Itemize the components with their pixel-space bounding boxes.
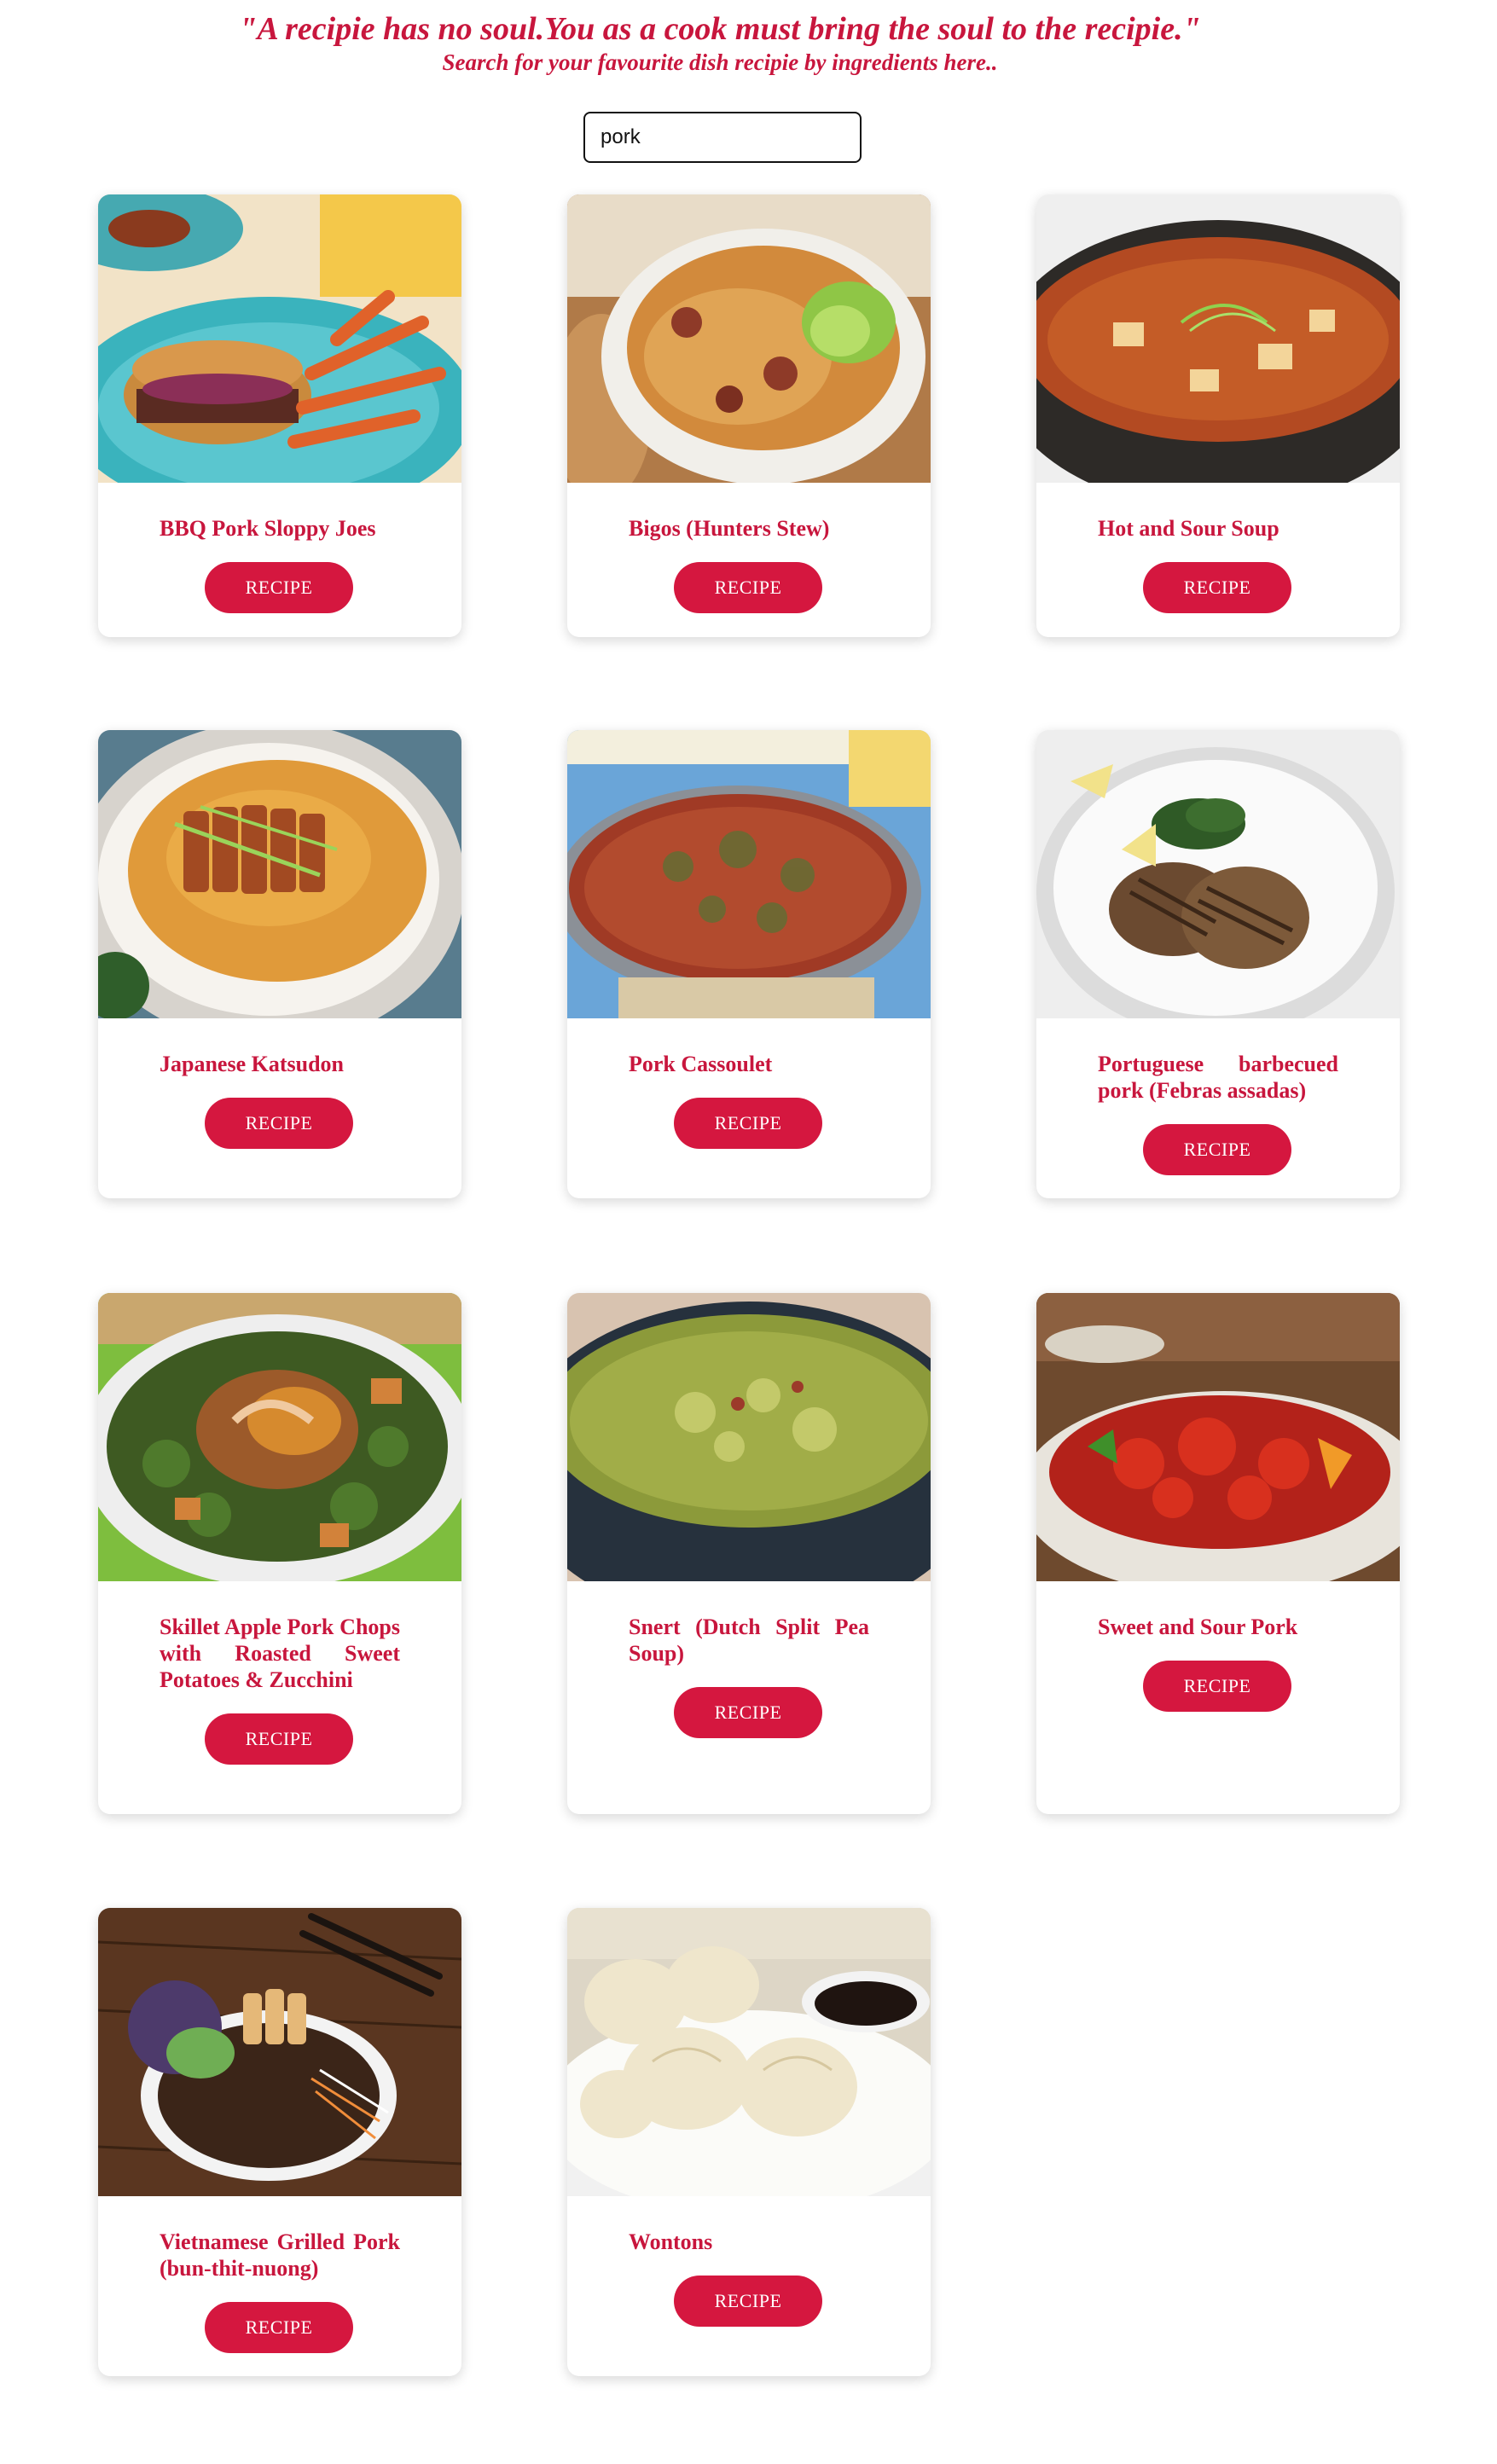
recipe-button[interactable]: RECIPE (205, 562, 353, 613)
recipe-title: Bigos (Hunters Stew) (629, 516, 830, 541)
recipe-card: Snert (Dutch Split Pea Soup) RECIPE (567, 1293, 931, 1814)
recipe-image (1036, 730, 1400, 1018)
recipe-title: Wontons (629, 2229, 713, 2254)
page-subtitle: Search for your favourite dish recipie b… (442, 49, 998, 75)
recipe-button[interactable]: RECIPE (1143, 1661, 1291, 1712)
recipe-image (567, 1293, 931, 1581)
recipe-title: Hot and Sour Soup (1098, 516, 1279, 541)
recipe-image (98, 1908, 461, 2196)
recipe-card: Japanese Katsudon RECIPE (98, 730, 461, 1198)
recipe-image (567, 194, 931, 483)
recipe-button[interactable]: RECIPE (205, 2302, 353, 2353)
recipe-button[interactable]: RECIPE (1143, 562, 1291, 613)
recipe-button[interactable]: RECIPE (205, 1713, 353, 1765)
recipe-title: Portuguese barbecued pork (Febras assada… (1098, 1052, 1338, 1103)
recipe-image (98, 730, 461, 1018)
recipe-card: Skillet Apple Pork Chops with Roasted Sw… (98, 1293, 461, 1814)
recipe-image (98, 194, 461, 483)
recipe-button[interactable]: RECIPE (674, 2276, 822, 2327)
recipe-card: Sweet and Sour Pork RECIPE (1036, 1293, 1400, 1814)
recipe-card: Vietnamese Grilled Pork (bun-thit-nuong)… (98, 1908, 461, 2376)
recipe-title: BBQ Pork Sloppy Joes (160, 516, 376, 541)
recipe-title: Pork Cassoulet (629, 1052, 773, 1076)
recipe-button[interactable]: RECIPE (1143, 1124, 1291, 1175)
recipe-image (98, 1293, 461, 1581)
recipe-title: Japanese Katsudon (160, 1052, 344, 1076)
recipe-button[interactable]: RECIPE (674, 1687, 822, 1738)
recipe-card: Hot and Sour Soup RECIPE (1036, 194, 1400, 637)
recipe-card: BBQ Pork Sloppy Joes RECIPE (98, 194, 461, 637)
recipe-card: Wontons RECIPE (567, 1908, 931, 2376)
recipe-title: Skillet Apple Pork Chops with Roasted Sw… (160, 1615, 400, 1692)
recipe-title: Vietnamese Grilled Pork (bun-thit-nuong) (160, 2229, 400, 2281)
search-bar (583, 112, 862, 163)
recipe-button[interactable]: RECIPE (205, 1098, 353, 1149)
recipe-button[interactable]: RECIPE (674, 562, 822, 613)
page-quote: "A recipie has no soul.You as a cook mus… (239, 11, 1201, 47)
recipe-button[interactable]: RECIPE (674, 1098, 822, 1149)
recipe-image (567, 730, 931, 1018)
recipe-card: Bigos (Hunters Stew) RECIPE (567, 194, 931, 637)
recipe-image (1036, 194, 1400, 483)
recipe-image (567, 1908, 931, 2196)
recipe-card: Pork Cassoulet RECIPE (567, 730, 931, 1198)
recipe-card: Portuguese barbecued pork (Febras assada… (1036, 730, 1400, 1198)
search-input[interactable] (585, 113, 860, 161)
recipe-image (1036, 1293, 1400, 1581)
recipe-title: Sweet and Sour Pork (1098, 1615, 1298, 1639)
recipe-title: Snert (Dutch Split Pea Soup) (629, 1615, 869, 1666)
